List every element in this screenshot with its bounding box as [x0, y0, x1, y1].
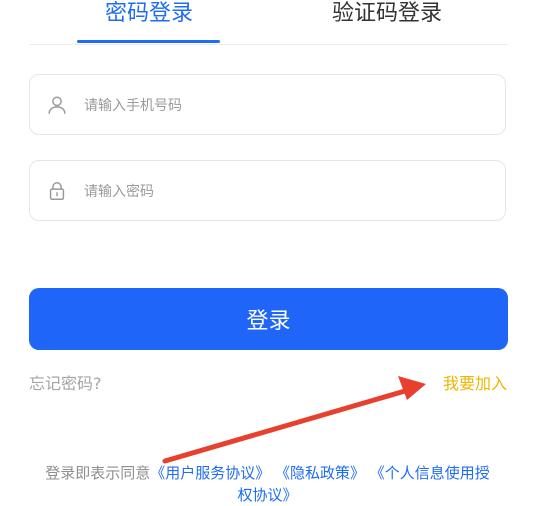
lock-icon [49, 182, 65, 200]
login-tabs: 密码登录 验证码登录 [29, 0, 508, 45]
login-button[interactable]: 登录 [29, 288, 508, 350]
forgot-password-link[interactable]: 忘记密码? [29, 370, 102, 394]
password-input[interactable] [82, 161, 486, 222]
user-service-agreement-link[interactable]: 《用户服务协议》 [150, 464, 270, 482]
password-field[interactable] [29, 160, 506, 222]
phone-field[interactable] [29, 74, 506, 136]
tab-password-login[interactable]: 密码登录 [105, 0, 193, 28]
tab-code-login[interactable]: 验证码登录 [332, 0, 442, 28]
join-link[interactable]: 我要加入 [443, 370, 507, 394]
phone-input[interactable] [82, 75, 486, 136]
active-tab-indicator [77, 40, 220, 43]
user-icon [48, 96, 66, 114]
agreement-prefix: 登录即表示同意 [45, 464, 151, 482]
privacy-policy-link[interactable]: 《隐私政策》 [275, 464, 365, 482]
agreement-text: 登录即表示同意《用户服务协议》 《隐私政策》 《个人信息使用授权协议》 [40, 462, 495, 506]
